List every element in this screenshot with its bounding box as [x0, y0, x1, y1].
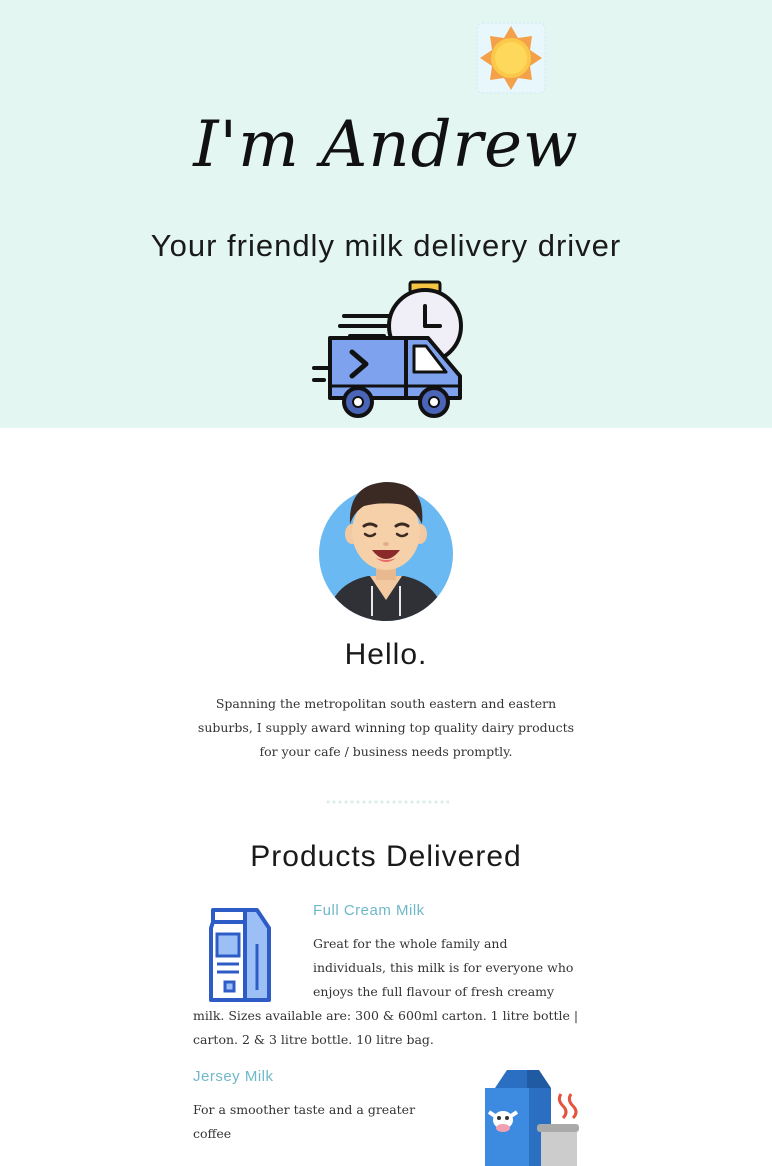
about-text: Spanning the metropolitan south eastern … [197, 696, 575, 759]
product-item-full-cream: Full Cream Milk Great for the whole fami… [193, 900, 579, 1052]
product-item-jersey: Jersey Milk For a smoother taste and a g… [193, 1066, 579, 1166]
products-heading: Products Delivered [250, 840, 522, 873]
milk-carton-icon [209, 908, 271, 1002]
product-name: Full Cream Milk [313, 902, 425, 919]
jersey-milk-carton-icon [485, 1070, 579, 1166]
hero-section: I'm Andrew Your friendly milk delivery d… [0, 0, 772, 428]
delivery-truck-icon [312, 280, 463, 418]
sun-icon [476, 22, 546, 94]
hero-title: I'm Andrew [193, 108, 579, 182]
about-heading: Hello. [344, 638, 428, 671]
avatar-illustration [319, 482, 453, 621]
hero-subtitle: Your friendly milk delivery driver [150, 228, 622, 263]
section-divider [325, 800, 449, 804]
products-list: Full Cream Milk Great for the whole fami… [193, 898, 579, 1166]
